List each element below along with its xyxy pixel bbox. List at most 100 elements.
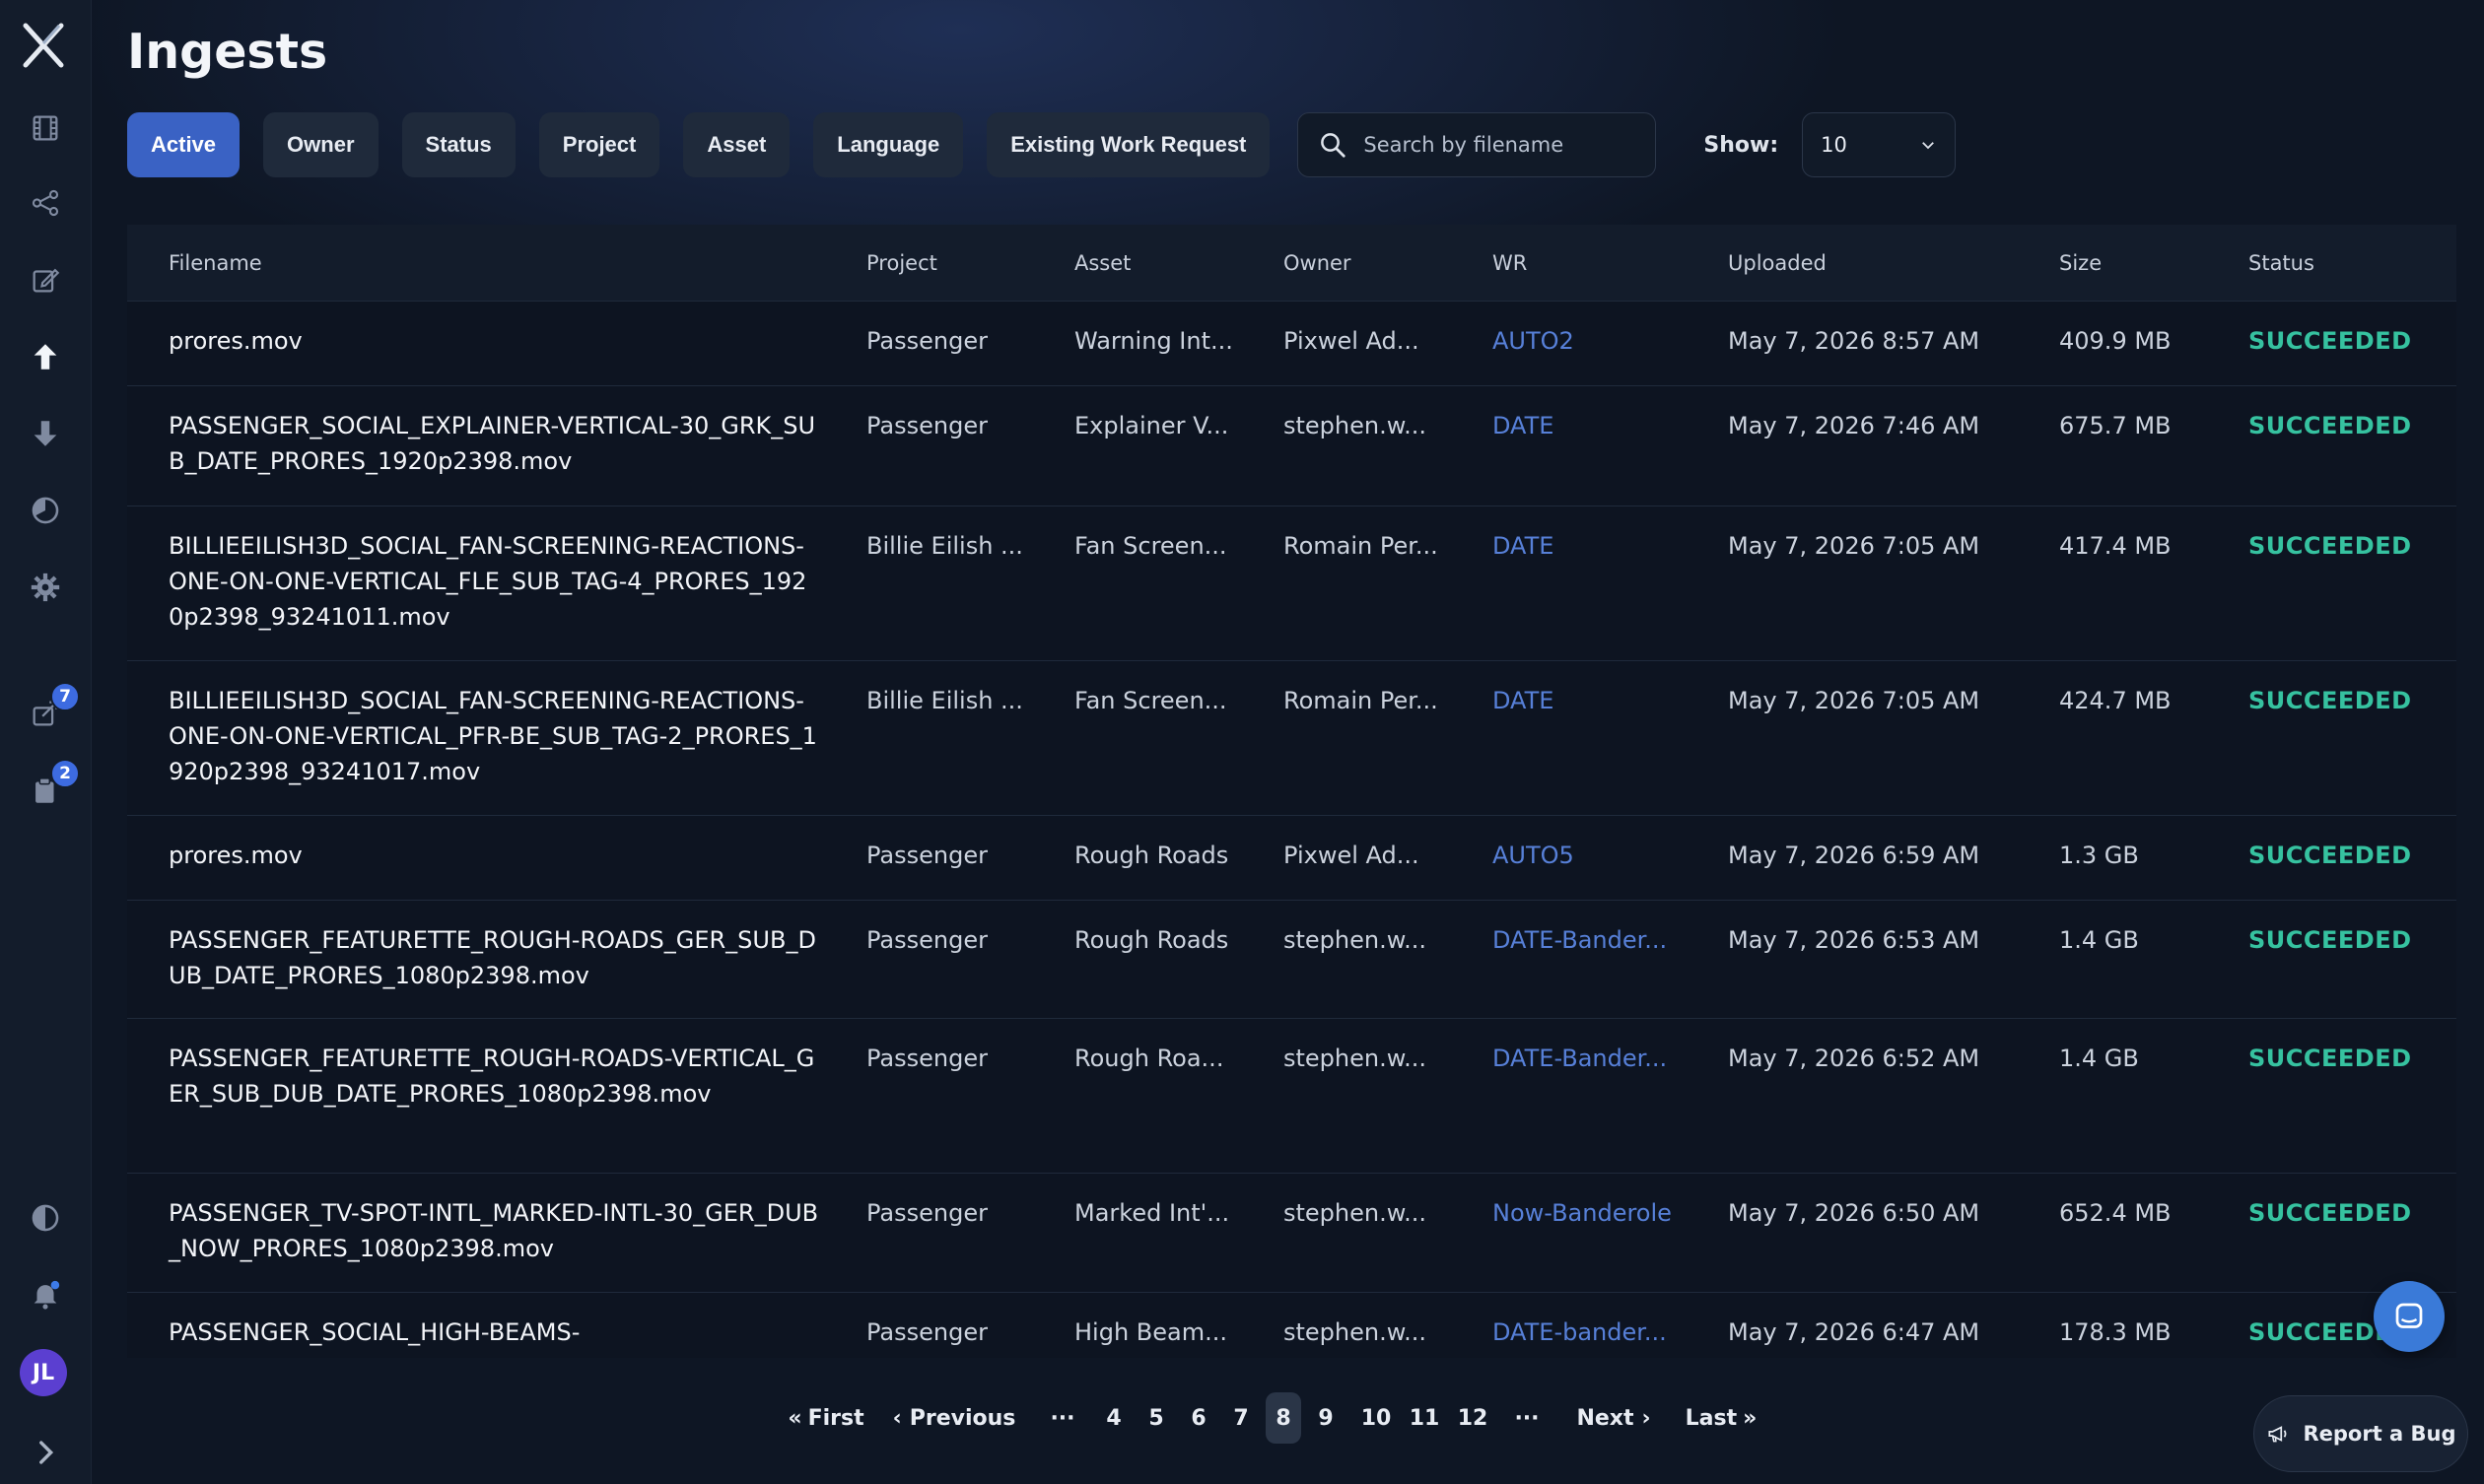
page-5-button[interactable]: 5 <box>1138 1392 1174 1444</box>
table-row[interactable]: PASSENGER_FEATURETTE_ROUGH-ROADS_GER_SUB… <box>127 901 2456 1019</box>
page-12-button[interactable]: 12 <box>1451 1392 1494 1444</box>
cell-uploaded: May 7, 2026 7:05 AM <box>1728 687 1980 714</box>
cell-filename: prores.mov <box>169 842 303 869</box>
report-bug-button[interactable]: Report a Bug <box>2253 1395 2468 1472</box>
column-header-filename[interactable]: Filename <box>169 251 262 275</box>
table-row[interactable]: BILLIEEILISH3D_SOCIAL_FAN-SCREENING-REAC… <box>127 506 2456 661</box>
cell-project: Passenger <box>866 1045 988 1072</box>
page-size-select[interactable]: 10 <box>1802 112 1957 177</box>
cell-project: Passenger <box>866 842 988 869</box>
cell-status: SUCCEEDED <box>2248 926 2412 954</box>
search-input[interactable] <box>1363 133 1630 157</box>
filter-existing-work-request-button[interactable]: Existing Work Request <box>987 112 1271 177</box>
page-4-button[interactable]: 4 <box>1096 1392 1132 1444</box>
table-row[interactable]: PASSENGER_TV-SPOT-INTL_MARKED-INTL-30_GE… <box>127 1174 2456 1293</box>
film-icon[interactable] <box>24 106 67 150</box>
cell-size: 675.7 MB <box>2059 412 2172 439</box>
cell-status: SUCCEEDED <box>2248 1199 2412 1227</box>
filter-asset-button[interactable]: Asset <box>683 112 791 177</box>
cell-size: 652.4 MB <box>2059 1199 2172 1227</box>
cell-filename: PASSENGER_SOCIAL_HIGH-BEAMS- <box>169 1318 581 1346</box>
cell-filename: BILLIEEILISH3D_SOCIAL_FAN-SCREENING-REAC… <box>169 687 817 785</box>
cell-owner: stephen.w... <box>1283 1045 1427 1072</box>
cell-size: 178.3 MB <box>2059 1318 2172 1346</box>
column-header-asset[interactable]: Asset <box>1074 251 1131 275</box>
page-7-button[interactable]: 7 <box>1223 1392 1259 1444</box>
page-size-value: 10 <box>1821 133 1847 157</box>
column-header-owner[interactable]: Owner <box>1283 251 1351 275</box>
first-page-button[interactable]: « First <box>785 1392 867 1444</box>
cell-size: 409.9 MB <box>2059 327 2172 355</box>
chat-bubble-icon <box>2395 1303 2423 1328</box>
cell-project: Passenger <box>866 1318 988 1346</box>
column-header-project[interactable]: Project <box>866 251 937 275</box>
page-10-button[interactable]: 10 <box>1354 1392 1398 1444</box>
search-icon <box>1321 133 1346 158</box>
table-row[interactable]: PASSENGER_SOCIAL_HIGH-BEAMS- Passenger Hig… <box>127 1293 2456 1358</box>
user-avatar[interactable]: JL <box>20 1349 67 1396</box>
show-label: Show: <box>1703 132 1779 158</box>
cell-wr-link[interactable]: DATE <box>1492 683 1553 718</box>
table-row[interactable]: BILLIEEILISH3D_SOCIAL_FAN-SCREENING-REAC… <box>127 661 2456 816</box>
filter-status-button[interactable]: Status <box>401 112 516 177</box>
column-header-uploaded[interactable]: Uploaded <box>1728 251 1827 275</box>
table-row[interactable]: prores.mov Passenger Rough Roads Pixwel Ad.… <box>127 816 2456 901</box>
previous-page-button[interactable]: ‹ Previous <box>893 1392 1016 1444</box>
theme-toggle-icon[interactable] <box>24 1196 67 1240</box>
cell-uploaded: May 7, 2026 6:50 AM <box>1728 1199 1980 1227</box>
cell-wr-link[interactable]: AUTO5 <box>1492 838 1574 873</box>
double-chevron-left-icon: « <box>788 1405 802 1431</box>
column-header-wr[interactable]: WR <box>1492 251 1527 275</box>
next-page-button[interactable]: Next › <box>1569 1392 1658 1444</box>
cell-project: Billie Eilish ... <box>866 532 1023 560</box>
cell-wr-link[interactable]: DATE-Bander... <box>1492 1041 1667 1076</box>
last-page-button[interactable]: Last » <box>1682 1392 1760 1444</box>
page-11-button[interactable]: 11 <box>1403 1392 1446 1444</box>
table-row[interactable]: prores.mov Passenger Warning Int... Pixwel … <box>127 302 2456 386</box>
table-row[interactable]: PASSENGER_SOCIAL_EXPLAINER-VERTICAL-30_G… <box>127 386 2456 506</box>
requests-count-badge: 7 <box>50 682 80 711</box>
logo-x-icon[interactable] <box>16 18 71 73</box>
filter-active-button[interactable]: Active <box>127 112 241 177</box>
table-header: Filename Project Asset Owner WR Uploaded… <box>127 225 2456 302</box>
cell-asset: Rough Roa... <box>1074 1045 1224 1072</box>
cell-wr-link[interactable]: Now-Banderole <box>1492 1195 1672 1231</box>
ingests-table: Filename Project Asset Owner WR Uploaded… <box>127 225 2456 1358</box>
cell-uploaded: May 7, 2026 8:57 AM <box>1728 327 1980 355</box>
cell-wr-link[interactable]: DATE <box>1492 408 1553 443</box>
bell-icon[interactable] <box>24 1273 67 1316</box>
cell-status: SUCCEEDED <box>2248 327 2412 355</box>
download-icon[interactable] <box>24 412 67 455</box>
cell-filename: PASSENGER_FEATURETTE_ROUGH-ROADS_GER_SUB… <box>169 926 816 989</box>
cell-uploaded: May 7, 2026 7:46 AM <box>1728 412 1980 439</box>
cell-owner: stephen.w... <box>1283 1318 1427 1346</box>
cell-asset: High Beam... <box>1074 1318 1227 1346</box>
filter-owner-button[interactable]: Owner <box>263 112 379 177</box>
cell-wr-link[interactable]: AUTO2 <box>1492 323 1574 359</box>
page-9-button[interactable]: 9 <box>1308 1392 1344 1444</box>
chevron-right-icon: › <box>1641 1405 1651 1431</box>
column-header-status[interactable]: Status <box>2248 251 2314 275</box>
upload-icon[interactable] <box>24 335 67 378</box>
cell-uploaded: May 7, 2026 6:52 AM <box>1728 1045 1980 1072</box>
share-icon[interactable] <box>24 181 67 225</box>
filter-language-button[interactable]: Language <box>813 112 964 177</box>
page-8-button-current[interactable]: 8 <box>1266 1392 1301 1444</box>
gear-icon[interactable] <box>24 566 67 609</box>
filter-project-button[interactable]: Project <box>538 112 660 177</box>
cell-owner: Romain Per... <box>1283 532 1438 560</box>
pie-chart-icon[interactable] <box>24 489 67 532</box>
cell-wr-link[interactable]: DATE <box>1492 528 1553 564</box>
cell-wr-link[interactable]: DATE-Bander... <box>1492 922 1667 958</box>
table-row[interactable]: PASSENGER_FEATURETTE_ROUGH-ROADS-VERTICA… <box>127 1019 2456 1174</box>
pagination-ellipsis-right: ··· <box>1514 1405 1540 1431</box>
cell-uploaded: May 7, 2026 7:05 AM <box>1728 532 1980 560</box>
double-chevron-right-icon: » <box>1743 1405 1758 1431</box>
cell-project: Billie Eilish ... <box>866 687 1023 714</box>
cell-wr-link[interactable]: DATE-bander... <box>1492 1315 1667 1350</box>
chat-support-button[interactable] <box>2374 1281 2445 1352</box>
edit-icon[interactable] <box>24 258 67 302</box>
expand-sidebar-icon[interactable] <box>24 1431 67 1474</box>
page-6-button[interactable]: 6 <box>1181 1392 1216 1444</box>
column-header-size[interactable]: Size <box>2059 251 2102 275</box>
